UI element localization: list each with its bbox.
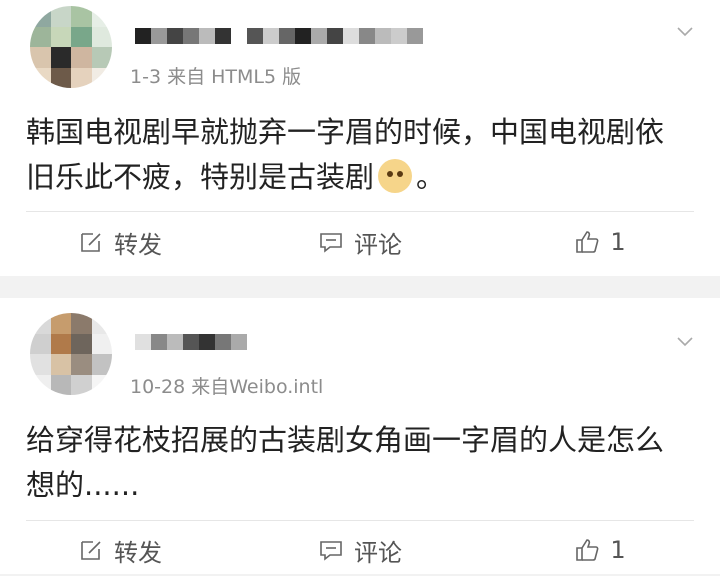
like-button[interactable]: 1 [480, 536, 720, 564]
post-text: 韩国电视剧早就抛弃一字眉的时候，中国电视剧依旧乐此不疲，特别是古装剧 [26, 115, 665, 194]
like-count: 1 [610, 228, 626, 256]
comment-label: 评论 [354, 230, 402, 259]
comment-icon [320, 233, 342, 253]
post-content: 韩国电视剧早就抛弃一字眉的时候，中国电视剧依旧乐此不疲，特别是古装剧。 [26, 110, 690, 200]
comment-button[interactable]: 评论 [240, 225, 480, 260]
repost-label: 转发 [114, 230, 162, 259]
divider [26, 211, 694, 212]
post-meta: 1-3 来自 HTML5 版 [130, 66, 302, 88]
comment-label: 评论 [354, 538, 402, 567]
chevron-down-icon[interactable] [676, 22, 694, 40]
comment-icon [320, 541, 342, 561]
post-card: 10-28 来自Weibo.intl 给穿得花枝招展的古装剧女角画一字眉的人是怎… [0, 298, 720, 574]
post-content: 给穿得花枝招展的古装剧女角画一字眉的人是怎么想的...... [26, 418, 690, 508]
comment-button[interactable]: 评论 [240, 533, 480, 568]
edit-icon [81, 541, 101, 560]
doge-emoji-icon [378, 159, 413, 193]
avatar[interactable] [30, 313, 112, 395]
avatar[interactable] [30, 6, 112, 88]
action-bar: 转发 评论 1 [0, 216, 720, 268]
like-button[interactable]: 1 [480, 228, 720, 256]
like-count: 1 [610, 536, 626, 564]
post-text-end: 。 [416, 160, 446, 194]
thumbs-up-icon [576, 539, 599, 561]
divider [26, 520, 694, 521]
chevron-down-icon[interactable] [676, 332, 694, 350]
action-bar: 转发 评论 1 [0, 524, 720, 576]
repost-button[interactable]: 转发 [0, 533, 240, 568]
username-blurred[interactable] [135, 24, 423, 48]
username-blurred[interactable] [135, 330, 247, 354]
post-card: 1-3 来自 HTML5 版 韩国电视剧早就抛弃一字眉的时候，中国电视剧依旧乐此… [0, 0, 720, 276]
thumbs-up-icon [576, 231, 599, 253]
repost-label: 转发 [114, 538, 162, 567]
post-text: 给穿得花枝招展的古装剧女角画一字眉的人是怎么想的...... [26, 423, 665, 502]
post-meta: 10-28 来自Weibo.intl [130, 376, 324, 398]
repost-button[interactable]: 转发 [0, 225, 240, 260]
edit-icon [81, 233, 101, 252]
